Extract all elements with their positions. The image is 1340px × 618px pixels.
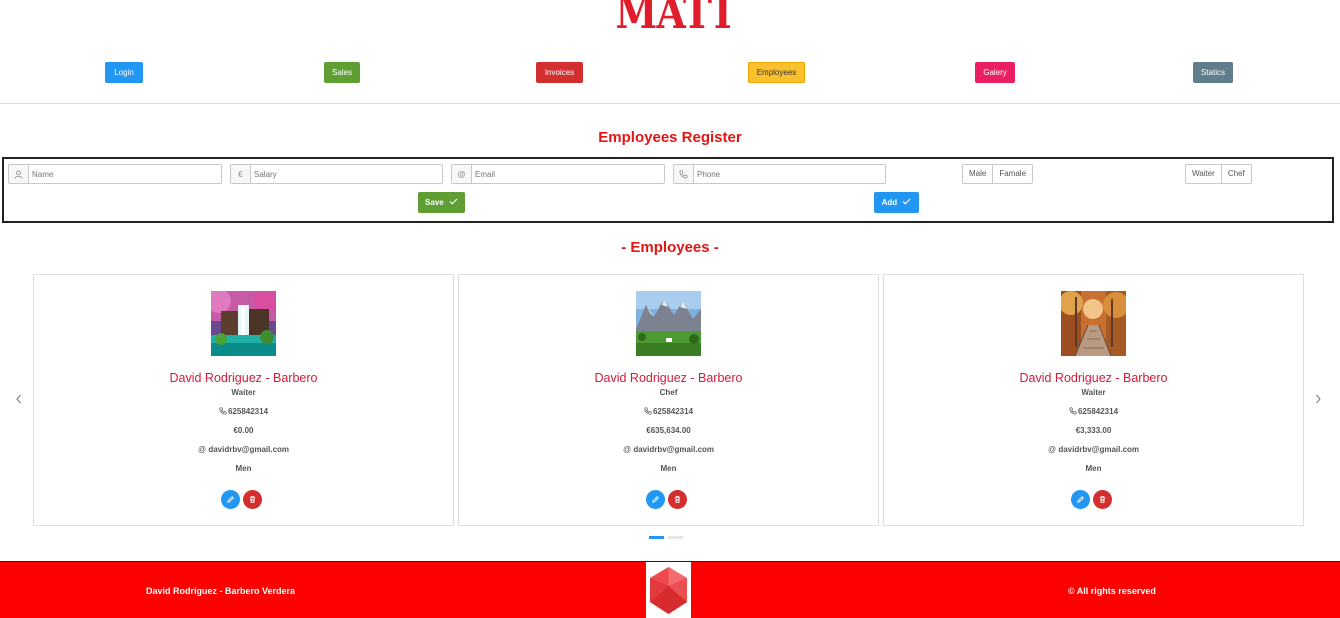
employee-card: David Rodriguez - Barbero Waiter 6258423… bbox=[33, 274, 454, 526]
employee-email: @ davidrbv@gmail.com bbox=[459, 445, 878, 454]
employee-role: Waiter bbox=[1081, 388, 1106, 397]
edit-button[interactable] bbox=[646, 490, 665, 509]
carousel-dot-1[interactable] bbox=[649, 536, 664, 539]
employee-name: David Rodriguez - Barbero bbox=[169, 371, 318, 385]
employees-title: - Employees - bbox=[621, 239, 719, 256]
carousel-prev-icon[interactable] bbox=[14, 392, 24, 406]
employee-salary: €0.00 bbox=[233, 426, 254, 435]
employee-gender: Men bbox=[235, 464, 252, 473]
add-label: Add bbox=[881, 198, 898, 207]
carousel-next-icon[interactable] bbox=[1313, 392, 1323, 406]
employee-phone-value: 625842314 bbox=[227, 407, 269, 416]
employee-email-value: davidrbv@gmail.com bbox=[1058, 445, 1140, 454]
employee-salary: €3,333.00 bbox=[1075, 426, 1112, 435]
employee-photo-autumn-path bbox=[1061, 291, 1126, 356]
carousel-dot-2[interactable] bbox=[668, 536, 683, 539]
salary-field: € bbox=[230, 164, 443, 184]
nav-divider bbox=[0, 103, 1340, 104]
add-button[interactable]: Add bbox=[874, 192, 919, 213]
trash-icon bbox=[674, 495, 681, 504]
nav-invoices-button[interactable]: Invoices bbox=[536, 62, 583, 83]
nav-statics-button[interactable]: Statics bbox=[1193, 62, 1233, 83]
employee-name: David Rodriguez - Barbero bbox=[594, 371, 743, 385]
gender-option-female[interactable]: Famale bbox=[992, 165, 1032, 183]
edit-button[interactable] bbox=[1071, 490, 1090, 509]
employee-email-value: davidrbv@gmail.com bbox=[633, 445, 715, 454]
check-icon bbox=[449, 198, 458, 206]
user-icon bbox=[9, 165, 29, 183]
role-option-chef[interactable]: Chef bbox=[1220, 165, 1251, 183]
nav-employees-button[interactable]: Employees bbox=[748, 62, 805, 83]
email-field: @ bbox=[451, 164, 665, 184]
employee-photo-mountains bbox=[636, 291, 701, 356]
name-input[interactable] bbox=[29, 165, 221, 183]
employee-role: Waiter bbox=[231, 388, 256, 397]
phone-field bbox=[673, 164, 886, 184]
employee-gender: Men bbox=[660, 464, 677, 473]
phone-icon bbox=[1069, 407, 1077, 415]
employee-email: @ davidrbv@gmail.com bbox=[34, 445, 453, 454]
at-icon: @ bbox=[452, 165, 472, 183]
phone-icon bbox=[644, 407, 652, 415]
register-title: Employees Register bbox=[598, 129, 742, 146]
employee-gender: Men bbox=[1085, 464, 1102, 473]
employee-phone: 625842314 bbox=[884, 407, 1303, 416]
salary-input[interactable] bbox=[251, 165, 442, 183]
at-icon: @ bbox=[622, 445, 632, 454]
nav-galery-button[interactable]: Galery bbox=[975, 62, 1015, 83]
employee-phone: 625842314 bbox=[34, 407, 453, 416]
delete-button[interactable] bbox=[1093, 490, 1112, 509]
check-icon bbox=[902, 198, 911, 206]
trash-icon bbox=[249, 495, 256, 504]
email-input[interactable] bbox=[472, 165, 664, 183]
phone-input[interactable] bbox=[694, 165, 885, 183]
employee-role: Chef bbox=[659, 388, 678, 397]
phone-icon bbox=[674, 165, 694, 183]
brand-logo: MATTERS bbox=[615, 0, 732, 39]
carousel-pagination bbox=[649, 536, 683, 539]
save-label: Save bbox=[425, 198, 444, 207]
footer-rights: © All rights reserved bbox=[1068, 586, 1156, 596]
euro-icon: € bbox=[231, 165, 251, 183]
register-form: € @ Male Famale Waiter Chef Save Add bbox=[2, 157, 1334, 223]
gender-option-male[interactable]: Male bbox=[963, 165, 992, 183]
employee-name: David Rodriguez - Barbero bbox=[1019, 371, 1168, 385]
at-icon: @ bbox=[197, 445, 207, 454]
phone-icon bbox=[219, 407, 227, 415]
delete-button[interactable] bbox=[243, 490, 262, 509]
pencil-icon bbox=[652, 496, 659, 503]
at-icon: @ bbox=[1047, 445, 1057, 454]
employee-card: David Rodriguez - Barbero Waiter 6258423… bbox=[883, 274, 1304, 526]
employee-email: @ davidrbv@gmail.com bbox=[884, 445, 1303, 454]
trash-icon bbox=[1099, 495, 1106, 504]
gender-toggle: Male Famale bbox=[962, 164, 1034, 184]
employee-phone: 625842314 bbox=[459, 407, 878, 416]
edit-button[interactable] bbox=[221, 490, 240, 509]
pencil-icon bbox=[1077, 496, 1084, 503]
nav-login-button[interactable]: Login bbox=[105, 62, 143, 83]
page: MATTERS Login Sales Invoices Employees G… bbox=[0, 0, 1340, 618]
footer-logo-icon bbox=[646, 562, 691, 618]
employee-card: David Rodriguez - Barbero Chef 625842314… bbox=[458, 274, 879, 526]
footer-author: David Rodríguez - Barbero Verdera bbox=[146, 586, 296, 596]
nav-sales-button[interactable]: Sales bbox=[324, 62, 360, 83]
role-toggle: Waiter Chef bbox=[1185, 164, 1252, 184]
role-option-waiter[interactable]: Waiter bbox=[1186, 165, 1221, 183]
delete-button[interactable] bbox=[668, 490, 687, 509]
employee-phone-value: 625842314 bbox=[1077, 407, 1119, 416]
employee-photo-waterfall bbox=[211, 291, 276, 356]
footer: David Rodríguez - Barbero Verdera © All … bbox=[0, 561, 1340, 618]
name-field bbox=[8, 164, 222, 184]
pencil-icon bbox=[227, 496, 234, 503]
employee-email-value: davidrbv@gmail.com bbox=[208, 445, 290, 454]
employee-salary: €635,634.00 bbox=[646, 426, 691, 435]
employee-phone-value: 625842314 bbox=[652, 407, 694, 416]
save-button[interactable]: Save bbox=[418, 192, 465, 213]
